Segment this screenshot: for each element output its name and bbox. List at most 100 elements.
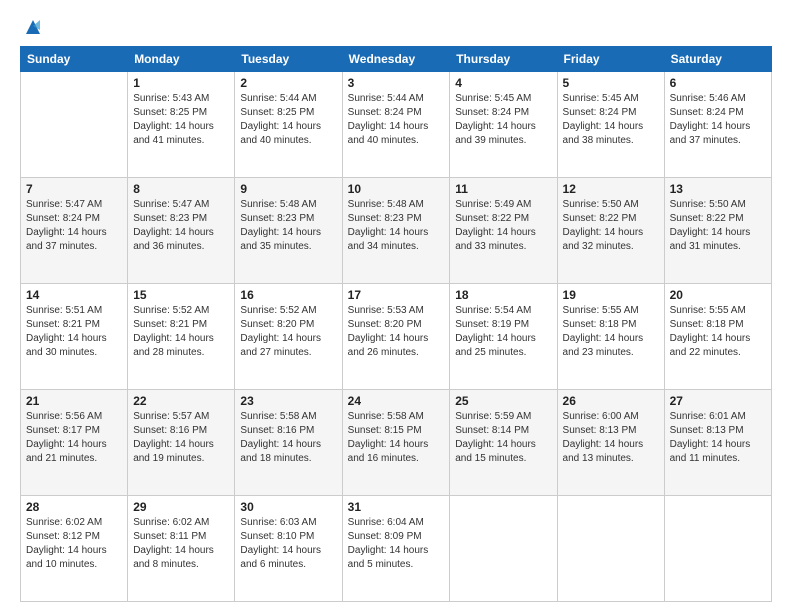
sunrise-label: Sunrise: 5:55 AM bbox=[670, 305, 746, 316]
sunrise-label: Sunrise: 5:59 AM bbox=[455, 411, 531, 422]
sunset-label: Sunset: 8:18 PM bbox=[563, 319, 637, 330]
daylight-label: Daylight: 14 hours and 41 minutes. bbox=[133, 121, 214, 146]
daylight-label: Daylight: 14 hours and 15 minutes. bbox=[455, 439, 536, 464]
daylight-label: Daylight: 14 hours and 26 minutes. bbox=[348, 333, 429, 358]
calendar-cell: 19 Sunrise: 5:55 AM Sunset: 8:18 PM Dayl… bbox=[557, 284, 664, 390]
sunrise-label: Sunrise: 5:46 AM bbox=[670, 93, 746, 104]
sunrise-label: Sunrise: 5:53 AM bbox=[348, 305, 424, 316]
sunset-label: Sunset: 8:15 PM bbox=[348, 425, 422, 436]
cell-content: Sunrise: 5:54 AM Sunset: 8:19 PM Dayligh… bbox=[455, 304, 551, 360]
header-day: Sunday bbox=[21, 47, 128, 72]
day-number: 19 bbox=[563, 288, 659, 302]
sunrise-label: Sunrise: 6:03 AM bbox=[240, 517, 316, 528]
cell-content: Sunrise: 5:43 AM Sunset: 8:25 PM Dayligh… bbox=[133, 92, 229, 148]
day-number: 30 bbox=[240, 500, 336, 514]
calendar-cell: 6 Sunrise: 5:46 AM Sunset: 8:24 PM Dayli… bbox=[664, 72, 771, 178]
calendar-cell: 17 Sunrise: 5:53 AM Sunset: 8:20 PM Dayl… bbox=[342, 284, 450, 390]
day-number: 14 bbox=[26, 288, 122, 302]
calendar-cell bbox=[21, 72, 128, 178]
sunrise-label: Sunrise: 6:02 AM bbox=[26, 517, 102, 528]
calendar-cell: 22 Sunrise: 5:57 AM Sunset: 8:16 PM Dayl… bbox=[128, 390, 235, 496]
day-number: 16 bbox=[240, 288, 336, 302]
calendar-cell: 7 Sunrise: 5:47 AM Sunset: 8:24 PM Dayli… bbox=[21, 178, 128, 284]
day-number: 7 bbox=[26, 182, 122, 196]
sunrise-label: Sunrise: 6:00 AM bbox=[563, 411, 639, 422]
daylight-label: Daylight: 14 hours and 5 minutes. bbox=[348, 545, 429, 570]
sunset-label: Sunset: 8:16 PM bbox=[240, 425, 314, 436]
sunrise-label: Sunrise: 5:45 AM bbox=[455, 93, 531, 104]
daylight-label: Daylight: 14 hours and 34 minutes. bbox=[348, 227, 429, 252]
daylight-label: Daylight: 14 hours and 32 minutes. bbox=[563, 227, 644, 252]
day-number: 18 bbox=[455, 288, 551, 302]
sunrise-label: Sunrise: 5:48 AM bbox=[348, 199, 424, 210]
cell-content: Sunrise: 5:50 AM Sunset: 8:22 PM Dayligh… bbox=[670, 198, 766, 254]
sunset-label: Sunset: 8:23 PM bbox=[348, 213, 422, 224]
calendar-cell: 1 Sunrise: 5:43 AM Sunset: 8:25 PM Dayli… bbox=[128, 72, 235, 178]
sunrise-label: Sunrise: 5:52 AM bbox=[133, 305, 209, 316]
cell-content: Sunrise: 5:58 AM Sunset: 8:16 PM Dayligh… bbox=[240, 410, 336, 466]
cell-content: Sunrise: 5:58 AM Sunset: 8:15 PM Dayligh… bbox=[348, 410, 445, 466]
sunrise-label: Sunrise: 5:50 AM bbox=[563, 199, 639, 210]
sunrise-label: Sunrise: 6:01 AM bbox=[670, 411, 746, 422]
day-number: 22 bbox=[133, 394, 229, 408]
sunrise-label: Sunrise: 5:47 AM bbox=[133, 199, 209, 210]
sunset-label: Sunset: 8:20 PM bbox=[348, 319, 422, 330]
calendar-cell: 16 Sunrise: 5:52 AM Sunset: 8:20 PM Dayl… bbox=[235, 284, 342, 390]
calendar-cell bbox=[557, 496, 664, 602]
cell-content: Sunrise: 5:48 AM Sunset: 8:23 PM Dayligh… bbox=[240, 198, 336, 254]
cell-content: Sunrise: 6:03 AM Sunset: 8:10 PM Dayligh… bbox=[240, 516, 336, 572]
sunset-label: Sunset: 8:22 PM bbox=[670, 213, 744, 224]
sunset-label: Sunset: 8:20 PM bbox=[240, 319, 314, 330]
calendar-cell: 20 Sunrise: 5:55 AM Sunset: 8:18 PM Dayl… bbox=[664, 284, 771, 390]
sunrise-label: Sunrise: 5:48 AM bbox=[240, 199, 316, 210]
header bbox=[20, 16, 772, 38]
daylight-label: Daylight: 14 hours and 11 minutes. bbox=[670, 439, 751, 464]
calendar-cell bbox=[450, 496, 557, 602]
sunset-label: Sunset: 8:22 PM bbox=[455, 213, 529, 224]
sunrise-label: Sunrise: 5:43 AM bbox=[133, 93, 209, 104]
sunset-label: Sunset: 8:16 PM bbox=[133, 425, 207, 436]
daylight-label: Daylight: 14 hours and 6 minutes. bbox=[240, 545, 321, 570]
sunset-label: Sunset: 8:25 PM bbox=[133, 107, 207, 118]
sunrise-label: Sunrise: 5:52 AM bbox=[240, 305, 316, 316]
cell-content: Sunrise: 5:45 AM Sunset: 8:24 PM Dayligh… bbox=[455, 92, 551, 148]
sunrise-label: Sunrise: 5:58 AM bbox=[348, 411, 424, 422]
sunrise-label: Sunrise: 5:54 AM bbox=[455, 305, 531, 316]
cell-content: Sunrise: 5:55 AM Sunset: 8:18 PM Dayligh… bbox=[670, 304, 766, 360]
logo-icon bbox=[22, 16, 44, 38]
sunset-label: Sunset: 8:24 PM bbox=[670, 107, 744, 118]
sunrise-label: Sunrise: 5:55 AM bbox=[563, 305, 639, 316]
calendar-week-row: 21 Sunrise: 5:56 AM Sunset: 8:17 PM Dayl… bbox=[21, 390, 772, 496]
daylight-label: Daylight: 14 hours and 27 minutes. bbox=[240, 333, 321, 358]
calendar-week-row: 1 Sunrise: 5:43 AM Sunset: 8:25 PM Dayli… bbox=[21, 72, 772, 178]
cell-content: Sunrise: 6:02 AM Sunset: 8:12 PM Dayligh… bbox=[26, 516, 122, 572]
daylight-label: Daylight: 14 hours and 37 minutes. bbox=[26, 227, 107, 252]
cell-content: Sunrise: 5:49 AM Sunset: 8:22 PM Dayligh… bbox=[455, 198, 551, 254]
sunrise-label: Sunrise: 5:44 AM bbox=[348, 93, 424, 104]
calendar-table: SundayMondayTuesdayWednesdayThursdayFrid… bbox=[20, 46, 772, 602]
header-day: Friday bbox=[557, 47, 664, 72]
daylight-label: Daylight: 14 hours and 8 minutes. bbox=[133, 545, 214, 570]
sunrise-label: Sunrise: 6:04 AM bbox=[348, 517, 424, 528]
day-number: 27 bbox=[670, 394, 766, 408]
sunrise-label: Sunrise: 6:02 AM bbox=[133, 517, 209, 528]
day-number: 31 bbox=[348, 500, 445, 514]
day-number: 24 bbox=[348, 394, 445, 408]
page: SundayMondayTuesdayWednesdayThursdayFrid… bbox=[0, 0, 792, 612]
sunrise-label: Sunrise: 5:44 AM bbox=[240, 93, 316, 104]
sunset-label: Sunset: 8:09 PM bbox=[348, 531, 422, 542]
daylight-label: Daylight: 14 hours and 13 minutes. bbox=[563, 439, 644, 464]
daylight-label: Daylight: 14 hours and 38 minutes. bbox=[563, 121, 644, 146]
day-number: 10 bbox=[348, 182, 445, 196]
daylight-label: Daylight: 14 hours and 19 minutes. bbox=[133, 439, 214, 464]
cell-content: Sunrise: 5:44 AM Sunset: 8:24 PM Dayligh… bbox=[348, 92, 445, 148]
day-number: 2 bbox=[240, 76, 336, 90]
calendar-week-row: 14 Sunrise: 5:51 AM Sunset: 8:21 PM Dayl… bbox=[21, 284, 772, 390]
calendar-cell: 28 Sunrise: 6:02 AM Sunset: 8:12 PM Dayl… bbox=[21, 496, 128, 602]
sunset-label: Sunset: 8:21 PM bbox=[26, 319, 100, 330]
cell-content: Sunrise: 5:52 AM Sunset: 8:20 PM Dayligh… bbox=[240, 304, 336, 360]
sunset-label: Sunset: 8:21 PM bbox=[133, 319, 207, 330]
cell-content: Sunrise: 5:44 AM Sunset: 8:25 PM Dayligh… bbox=[240, 92, 336, 148]
calendar-cell: 26 Sunrise: 6:00 AM Sunset: 8:13 PM Dayl… bbox=[557, 390, 664, 496]
header-day: Saturday bbox=[664, 47, 771, 72]
